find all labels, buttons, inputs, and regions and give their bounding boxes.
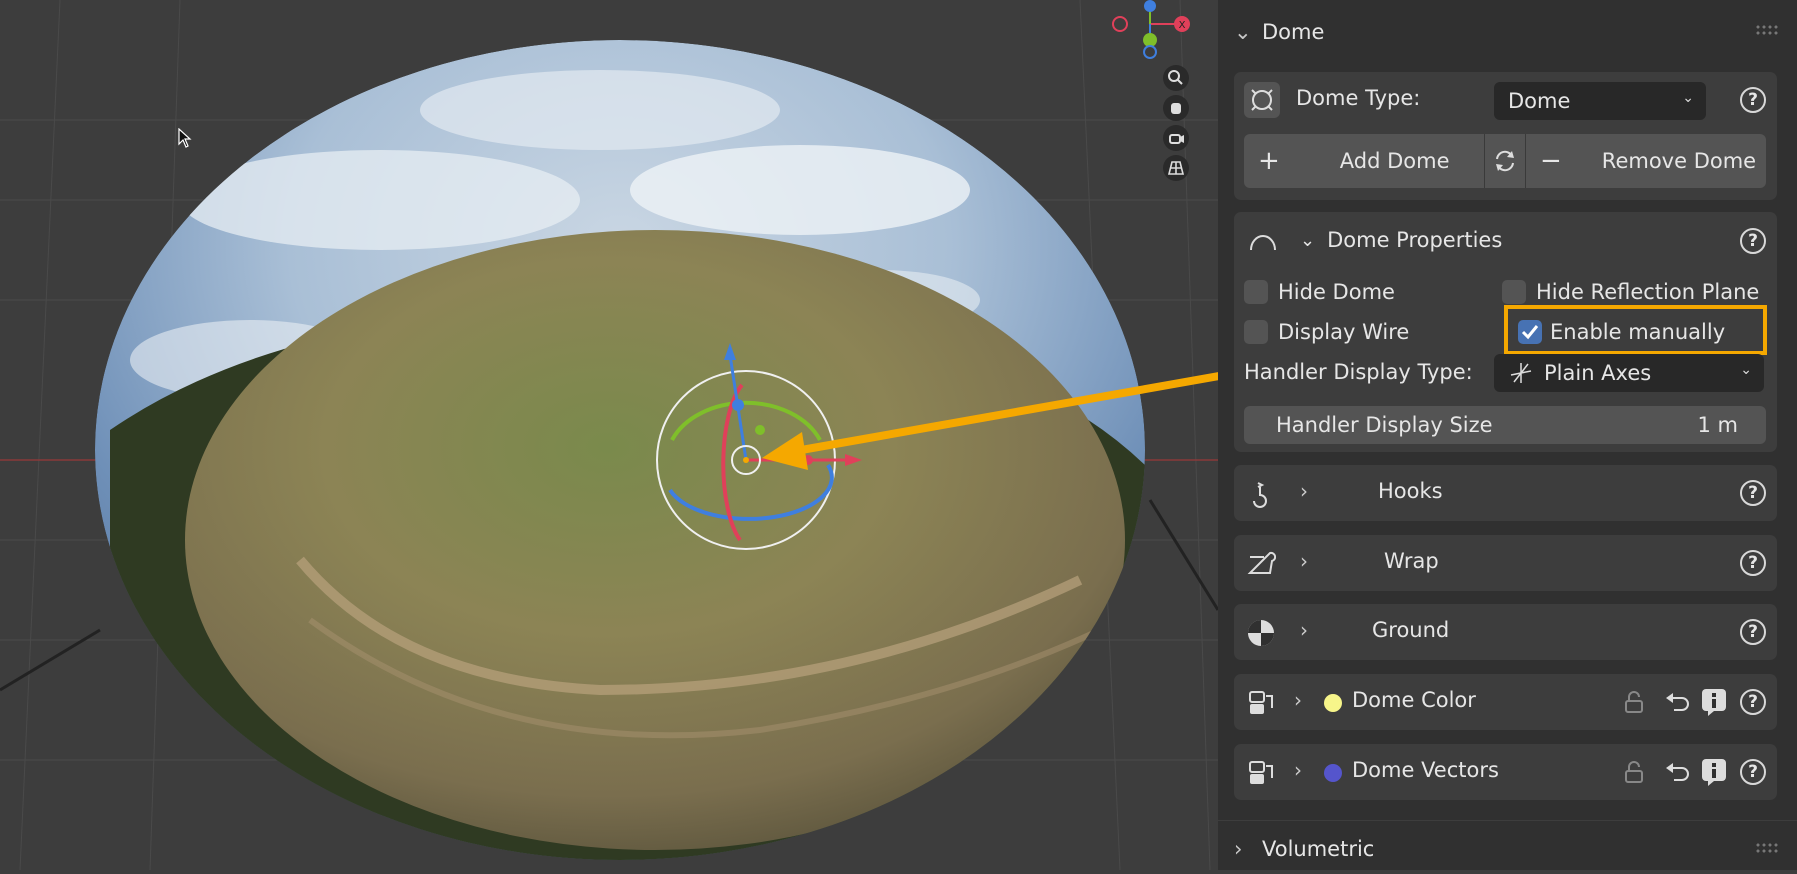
- dome-vectors-title: Dome Vectors: [1352, 758, 1499, 782]
- grid-perspective-icon[interactable]: [1162, 154, 1190, 182]
- hand-pan-icon[interactable]: [1162, 94, 1190, 122]
- handler-display-size-value: 1 m: [1697, 413, 1739, 437]
- dome-type-icon: [1244, 82, 1280, 118]
- chevron-down-icon: ⌄: [1740, 362, 1752, 378]
- hook-icon: [1253, 482, 1267, 508]
- plus-icon: +: [1258, 146, 1280, 176]
- node-socket-icon: [1249, 761, 1273, 784]
- chevron-right-icon: ›: [1294, 688, 1302, 712]
- handler-display-size-field[interactable]: Handler Display Size 1 m: [1244, 406, 1766, 444]
- hide-reflection-plane-checkbox[interactable]: Hide Reflection Plane: [1502, 280, 1759, 304]
- handler-display-size-label: Handler Display Size: [1276, 413, 1493, 437]
- info-icon[interactable]: [1700, 757, 1728, 787]
- chevron-right-icon: ›: [1300, 479, 1308, 503]
- help-icon[interactable]: ?: [1740, 619, 1766, 645]
- add-dome-button[interactable]: + Add Dome: [1244, 134, 1484, 188]
- volumetric-title: Volumetric: [1262, 837, 1375, 861]
- dome-type-label: Dome Type:: [1296, 86, 1421, 110]
- ground-subpanel[interactable]: › Ground ?: [1234, 604, 1777, 660]
- chevron-right-icon: ›: [1300, 549, 1308, 573]
- ground-title: Ground: [1372, 618, 1450, 642]
- navigation-gizmo[interactable]: X: [1112, 0, 1190, 59]
- help-icon[interactable]: ?: [1740, 228, 1766, 254]
- wrap-subpanel[interactable]: › Wrap ?: [1234, 535, 1777, 591]
- enable-manually-label: Enable manually: [1550, 320, 1726, 344]
- dome-type-value: Dome: [1508, 89, 1571, 113]
- hide-reflection-plane-label: Hide Reflection Plane: [1536, 280, 1760, 304]
- gizmo-x-label: X: [1179, 20, 1186, 31]
- dome-vectors-subpanel[interactable]: › Dome Vectors ?: [1234, 744, 1777, 800]
- display-wire-label: Display Wire: [1278, 320, 1410, 344]
- handler-display-type-label: Handler Display Type:: [1244, 360, 1473, 384]
- checkbox-icon[interactable]: [1502, 280, 1526, 304]
- wrap-title: Wrap: [1384, 549, 1439, 573]
- reset-arrow-icon[interactable]: [1662, 688, 1690, 716]
- dome-type-box: Dome Type: Dome ⌄ ? + Add Dome − Remove …: [1234, 72, 1777, 200]
- help-icon[interactable]: ?: [1740, 87, 1766, 113]
- mouse-cursor-icon: [178, 128, 192, 148]
- wrap-icon: [1247, 551, 1276, 574]
- help-icon[interactable]: ?: [1740, 759, 1766, 785]
- dome-properties-header[interactable]: ⌄ Dome Properties: [1300, 228, 1502, 252]
- checkbox-icon[interactable]: [1244, 280, 1268, 304]
- drag-handle-icon[interactable]: [1755, 842, 1779, 854]
- checkbox-icon[interactable]: [1244, 320, 1268, 344]
- lock-icon[interactable]: [1620, 758, 1648, 786]
- handler-display-type-value: Plain Axes: [1544, 361, 1652, 385]
- lock-icon[interactable]: [1620, 688, 1648, 716]
- dome-color-subpanel[interactable]: › Dome Color ?: [1234, 674, 1777, 730]
- checkmark-icon[interactable]: [1518, 320, 1542, 344]
- chevron-down-icon: ⌄: [1682, 90, 1694, 106]
- ground-plane-edge-right: [1148, 499, 1218, 611]
- help-icon[interactable]: ?: [1740, 689, 1766, 715]
- hooks-title: Hooks: [1378, 479, 1443, 503]
- hide-dome-label: Hide Dome: [1278, 280, 1395, 304]
- chevron-right-icon: ›: [1294, 758, 1302, 782]
- dome-actions-bar: + Add Dome − Remove Dome: [1244, 134, 1766, 188]
- drag-handle-icon[interactable]: [1755, 24, 1779, 36]
- hooks-subpanel[interactable]: › Hooks ?: [1234, 465, 1777, 521]
- dome-color-title: Dome Color: [1352, 688, 1476, 712]
- add-dome-label: Add Dome: [1339, 149, 1450, 173]
- chevron-down-icon: ⌄: [1234, 20, 1252, 44]
- reset-arrow-icon[interactable]: [1662, 758, 1690, 786]
- ground-plane-edge: [0, 628, 101, 692]
- dome-properties-title: Dome Properties: [1327, 228, 1503, 252]
- properties-sidebar: ⌄ Dome Dome Type: Dome ⌄ ? + Add Dome − …: [1218, 0, 1797, 870]
- dome-panel-title: Dome: [1262, 20, 1325, 44]
- color-dot-icon: [1324, 764, 1342, 782]
- plain-axes-icon: [1510, 363, 1532, 383]
- chevron-right-icon: ›: [1300, 618, 1308, 642]
- remove-dome-button[interactable]: − Remove Dome: [1526, 134, 1766, 188]
- node-socket-icon: [1249, 691, 1273, 714]
- zoom-icon[interactable]: [1162, 64, 1190, 92]
- remove-dome-label: Remove Dome: [1601, 149, 1757, 173]
- display-wire-checkbox[interactable]: Display Wire: [1244, 320, 1409, 344]
- arc-icon: [1250, 235, 1276, 251]
- handler-display-type-dropdown[interactable]: Plain Axes ⌄: [1494, 354, 1764, 392]
- refresh-icon[interactable]: [1484, 134, 1526, 188]
- enable-manually-checkbox[interactable]: Enable manually: [1518, 320, 1725, 344]
- help-icon[interactable]: ?: [1740, 550, 1766, 576]
- dome-sphere: [95, 40, 1145, 860]
- divider: [1218, 820, 1797, 821]
- camera-icon[interactable]: [1162, 124, 1190, 152]
- chevron-right-icon: ›: [1234, 837, 1243, 861]
- chevron-down-icon: ⌄: [1300, 229, 1316, 251]
- help-icon[interactable]: ?: [1740, 480, 1766, 506]
- dome-panel-header[interactable]: ⌄ Dome: [1218, 7, 1797, 57]
- hide-dome-checkbox[interactable]: Hide Dome: [1244, 280, 1395, 304]
- dome-type-dropdown[interactable]: Dome ⌄: [1494, 82, 1706, 120]
- color-dot-icon: [1324, 694, 1342, 712]
- info-icon[interactable]: [1700, 687, 1728, 717]
- minus-icon: −: [1540, 146, 1562, 176]
- 3d-viewport[interactable]: X: [0, 0, 1218, 870]
- ground-sphere-icon: [1248, 620, 1274, 646]
- dome-properties-box: ⌄ Dome Properties ? Hide Dome Hide Refle…: [1234, 212, 1777, 452]
- volumetric-panel-header[interactable]: › Volumetric: [1218, 824, 1797, 874]
